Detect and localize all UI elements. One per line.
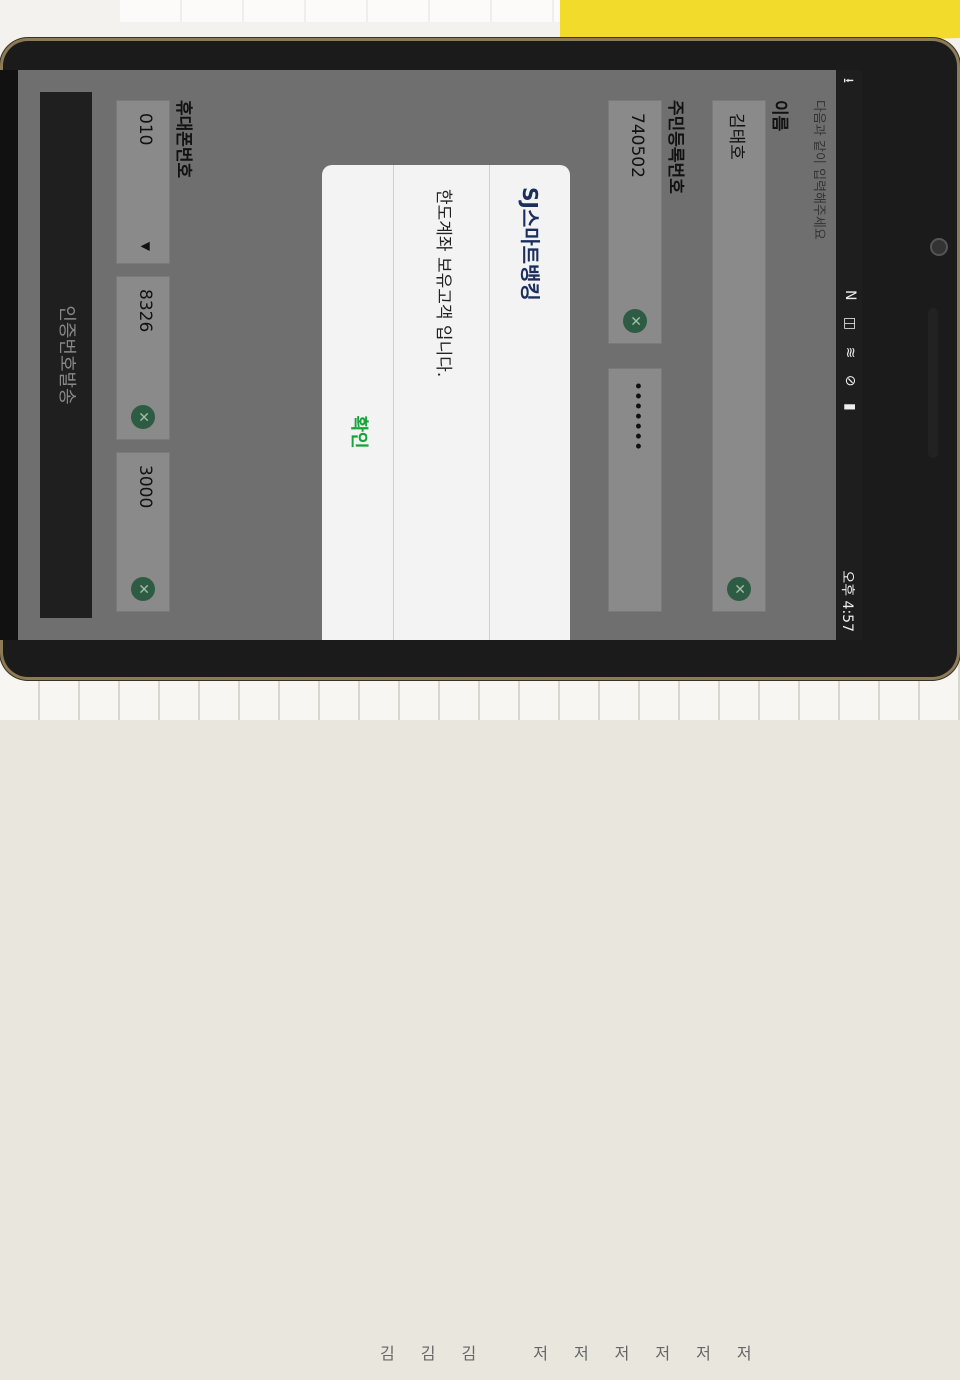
name-value: 김태호 (726, 113, 746, 160)
phone-mid-field[interactable]: 8326 ✕ (116, 276, 170, 440)
alert-dialog: SJ스마트뱅킹 ✕ 한도계좌 보유고객 입니다. 확인 (322, 165, 570, 640)
app-canvas: ⭳ N ◫ ≋ ⊘ ▮ 오후 4:57 다음과 같이 입력해주세요 이름 김태호… (18, 70, 862, 640)
id-front-field[interactable]: 740502 ✕ (608, 100, 662, 344)
status-icons: N ◫ ≋ ⊘ ▮ (842, 290, 858, 417)
clear-icon[interactable]: ✕ (131, 577, 155, 601)
id-back-field[interactable]: ••••••• (608, 368, 662, 612)
id-front-value: 740502 (627, 113, 647, 178)
form-hint-text: 다음과 같이 입력해주세요 (811, 100, 826, 240)
ok-button[interactable]: 확인 (322, 165, 394, 640)
phone-last-value: 3000 (135, 465, 155, 509)
download-icon: ⭳ (840, 78, 856, 83)
id-back-value: ••••••• (627, 381, 647, 452)
grid-paper-characters: 김김김 저저저저저저 (380, 1344, 778, 1363)
clear-icon[interactable]: ✕ (623, 309, 647, 333)
phone-label: 휴대폰번호 (173, 100, 193, 179)
name-field[interactable]: 김태호 ✕ (712, 100, 766, 612)
status-time: 오후 4:57 (839, 570, 855, 632)
name-label: 이름 (769, 100, 789, 132)
clear-icon[interactable]: ✕ (727, 577, 751, 601)
phone-last-field[interactable]: 3000 ✕ (116, 452, 170, 612)
dropdown-arrow-icon: ▼ (139, 241, 153, 251)
id-label: 주민등록번호 (665, 100, 685, 194)
speaker-grille (928, 308, 938, 458)
dialog-message: 한도계좌 보유고객 입니다. (433, 189, 453, 378)
phone-screen: ⭳ N ◫ ≋ ⊘ ▮ 오후 4:57 다음과 같이 입력해주세요 이름 김태호… (18, 70, 862, 640)
camera-icon (930, 238, 948, 256)
clear-icon[interactable]: ✕ (131, 405, 155, 429)
status-bar: ⭳ N ◫ ≋ ⊘ ▮ 오후 4:57 (836, 70, 862, 640)
nav-bar (0, 70, 18, 640)
dialog-divider (489, 165, 490, 640)
send-auth-code-button[interactable]: 인증번호발송 (40, 92, 92, 618)
dialog-title: SJ스마트뱅킹 (518, 187, 542, 301)
phone-prefix-value: 010 (135, 113, 155, 146)
phone-prefix-select[interactable]: 010 ▼ (116, 100, 170, 264)
phone-mid-value: 8326 (135, 289, 155, 333)
